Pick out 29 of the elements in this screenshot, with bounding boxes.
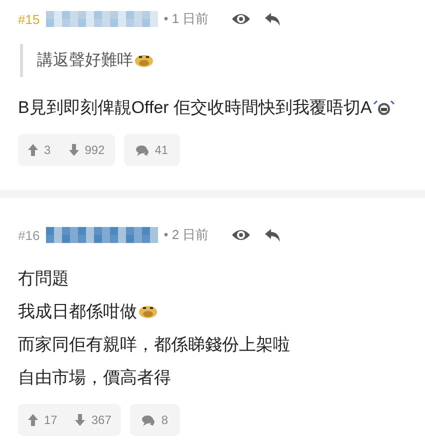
downvote-button[interactable]: 992 xyxy=(68,143,105,157)
eye-icon[interactable] xyxy=(230,12,251,26)
replies-button[interactable]: 41 xyxy=(124,134,180,166)
post-text: B見到即刻俾靚Offer 佢交收時間快到我覆唔切A xyxy=(18,97,372,119)
eye-icon[interactable] xyxy=(230,228,251,242)
downvote-button[interactable]: 367 xyxy=(75,413,112,427)
post-text: 而家同佢有親咩，都係睇錢份上架啦 xyxy=(18,334,290,356)
replies-button[interactable]: 8 xyxy=(130,404,180,436)
emoji-icon xyxy=(138,304,158,320)
post-text: 冇問題 xyxy=(18,268,69,290)
speech-bubbles-icon xyxy=(142,414,156,426)
emoji-icon xyxy=(134,52,154,68)
speech-bubbles-icon xyxy=(136,144,149,156)
reply-icon[interactable] xyxy=(264,228,281,242)
down-arrow-icon xyxy=(68,144,79,156)
emoji-icon xyxy=(372,100,395,116)
post-time: • 2 日前 xyxy=(164,226,209,244)
post-text: 自由市場，價高者得 xyxy=(18,367,171,389)
down-arrow-icon xyxy=(75,414,86,426)
post-text: 我成日都係咁做 xyxy=(18,301,137,323)
reply-icon[interactable] xyxy=(264,12,281,26)
upvote-button[interactable]: 17 xyxy=(28,413,58,427)
quote-text: 講返聲好難咩 xyxy=(37,50,133,71)
up-arrow-icon xyxy=(28,144,38,156)
upvote-button[interactable]: 3 xyxy=(28,143,51,157)
post-number: #15 xyxy=(18,12,40,26)
post-time: • 1 日前 xyxy=(164,10,209,28)
post-number: #16 xyxy=(18,228,40,242)
up-arrow-icon xyxy=(28,414,38,426)
